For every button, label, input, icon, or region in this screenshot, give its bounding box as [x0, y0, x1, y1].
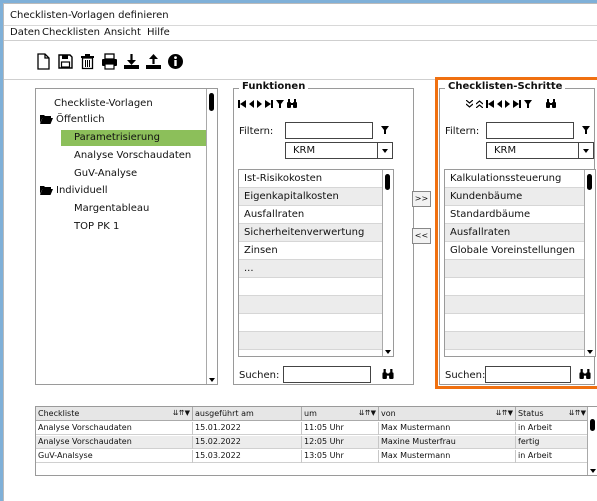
cell-date: 15.02.2022	[193, 436, 302, 449]
funktionen-navigation	[238, 99, 297, 108]
binoculars-icon[interactable]	[287, 99, 297, 108]
list-item[interactable]: Ist-Risikokosten	[239, 170, 382, 188]
list-item-empty	[239, 332, 382, 350]
funktionen-scrollbar[interactable]	[382, 170, 393, 356]
title-bar: Checklisten-Vorlagen definieren	[4, 4, 597, 26]
history-table: Checkliste ⇊⇈▼ ausgeführt am um ⇊⇈▼ von ⇊⇈▼…	[35, 406, 597, 476]
scroll-down-icon[interactable]	[209, 378, 215, 382]
cell-user: Max Mustermann	[379, 422, 516, 435]
add-step-button[interactable]: >>	[412, 191, 431, 207]
info-icon[interactable]	[167, 53, 184, 70]
funktionen-filter-label: Filtern:	[239, 126, 274, 137]
tree-root[interactable]: Checkliste-Vorlagen	[54, 98, 153, 109]
tree-scrollbar[interactable]	[206, 89, 217, 384]
upload-icon[interactable]	[145, 53, 162, 70]
first-icon[interactable]	[238, 99, 246, 108]
tree-item-analyse-vorschaudaten[interactable]: Analyse Vorschaudaten	[74, 150, 191, 161]
filter-icon[interactable]	[381, 126, 389, 134]
tree-item-parametrisierung[interactable]: Parametrisierung	[74, 132, 160, 143]
menu-bar: Daten Checklisten Ansicht Hilfe	[4, 26, 597, 41]
table-header: Checkliste ⇊⇈▼ ausgeführt am um ⇊⇈▼ von ⇊⇈▼…	[36, 407, 589, 421]
scroll-down-icon[interactable]	[385, 350, 391, 354]
list-item-empty	[239, 278, 382, 296]
list-item[interactable]: Ausfallraten	[239, 206, 382, 224]
cell-user: Maxine Musterfrau	[379, 436, 516, 449]
chevron-down-icon[interactable]	[377, 143, 392, 158]
column-header-von[interactable]: von ⇊⇈▼	[379, 407, 516, 421]
menu-checklisten[interactable]: Checklisten	[42, 27, 100, 38]
cell-date: 15.03.2022	[193, 450, 302, 463]
tree-item-guv-analyse[interactable]: GuV-Analyse	[74, 168, 137, 179]
funktionen-group: Funktionen Filtern: KRM Ist-Risikokosten…	[233, 81, 414, 385]
print-icon[interactable]	[101, 53, 118, 70]
cell-time: 12:05 Uhr	[302, 436, 379, 449]
cell-checkliste: Analyse Vorschaudaten	[36, 422, 193, 435]
list-item[interactable]: ...	[239, 260, 382, 278]
menu-daten[interactable]: Daten	[10, 27, 40, 38]
next-icon[interactable]	[257, 99, 262, 108]
column-header-status[interactable]: Status ⇊⇈▼	[516, 407, 589, 421]
scroll-thumb[interactable]	[209, 93, 214, 111]
column-header-checkliste[interactable]: Checkliste ⇊⇈▼	[36, 407, 193, 421]
application-window: Checklisten-Vorlagen definieren Daten Ch…	[3, 3, 597, 501]
tree-group-individuell[interactable]: Individuell	[40, 185, 108, 196]
column-header-ausgefuehrt-am[interactable]: ausgeführt am	[193, 407, 302, 421]
funktionen-search-label: Suchen:	[239, 370, 280, 381]
table-scrollbar[interactable]	[587, 407, 597, 475]
scroll-thumb[interactable]	[590, 419, 595, 431]
tree-item-margentableau[interactable]: Margentableau	[74, 203, 149, 214]
menu-ansicht[interactable]: Ansicht	[104, 27, 141, 38]
delete-icon[interactable]	[79, 53, 96, 70]
scroll-thumb[interactable]	[385, 174, 390, 190]
sort-filter-icon[interactable]: ⇊⇈▼	[496, 409, 513, 417]
list-item[interactable]: Sicherheitenverwertung	[239, 224, 382, 242]
sort-filter-icon[interactable]: ⇊⇈▼	[359, 409, 376, 417]
list-item-empty	[239, 314, 382, 332]
funktionen-search-input[interactable]	[283, 366, 371, 383]
sort-filter-icon[interactable]: ⇊⇈▼	[569, 409, 586, 417]
tree-group-label: Öffentlich	[56, 114, 105, 125]
funktionen-list: Ist-Risikokosten Eigenkapitalkosten Ausf…	[238, 169, 394, 357]
cell-user: Max Mustermann	[379, 450, 516, 463]
funktionen-category-dropdown[interactable]: KRM	[285, 142, 393, 159]
toolbar	[4, 42, 597, 80]
save-icon[interactable]	[57, 53, 74, 70]
tree-group-label: Individuell	[56, 185, 108, 196]
cell-status: in Arbeit	[516, 450, 589, 463]
folder-open-icon	[40, 115, 53, 124]
funktionen-title: Funktionen	[239, 81, 309, 92]
list-item[interactable]: Eigenkapitalkosten	[239, 188, 382, 206]
last-icon[interactable]	[265, 99, 273, 108]
table-row[interactable]: GuV-Analsyse 15.03.2022 13:05 Uhr Max Mu…	[36, 450, 589, 463]
schritte-highlight-frame	[435, 77, 597, 389]
cell-status: in Arbeit	[516, 422, 589, 435]
checklist-template-tree: Checkliste-Vorlagen Öffentlich Parametri…	[35, 88, 218, 385]
dropdown-value: KRM	[293, 145, 316, 156]
scroll-down-icon[interactable]	[590, 469, 596, 473]
new-document-icon[interactable]	[35, 53, 52, 70]
cell-time: 13:05 Uhr	[302, 450, 379, 463]
menu-hilfe[interactable]: Hilfe	[147, 27, 170, 38]
window-title: Checklisten-Vorlagen definieren	[10, 10, 169, 21]
tree-group-oeffentlich[interactable]: Öffentlich	[40, 114, 105, 125]
cell-date: 15.01.2022	[193, 422, 302, 435]
sort-filter-icon[interactable]: ⇊⇈▼	[173, 409, 190, 417]
remove-step-button[interactable]: <<	[412, 228, 431, 244]
folder-open-icon	[40, 186, 53, 195]
column-header-um[interactable]: um ⇊⇈▼	[302, 407, 379, 421]
cell-checkliste: Analyse Vorschaudaten	[36, 436, 193, 449]
table-row[interactable]: Analyse Vorschaudaten 15.01.2022 11:05 U…	[36, 422, 589, 435]
cell-time: 11:05 Uhr	[302, 422, 379, 435]
table-row[interactable]: Analyse Vorschaudaten 15.02.2022 12:05 U…	[36, 436, 589, 449]
tree-item-top-pk-1[interactable]: TOP PK 1	[74, 221, 119, 232]
cell-status: fertig	[516, 436, 589, 449]
funktionen-filter-input[interactable]	[285, 122, 373, 139]
previous-icon[interactable]	[249, 99, 254, 108]
list-item-empty	[239, 296, 382, 314]
filter-icon[interactable]	[276, 99, 284, 108]
list-item[interactable]: Zinsen	[239, 242, 382, 260]
download-icon[interactable]	[123, 53, 140, 70]
cell-checkliste: GuV-Analsyse	[36, 450, 193, 463]
binoculars-icon[interactable]	[382, 369, 394, 379]
